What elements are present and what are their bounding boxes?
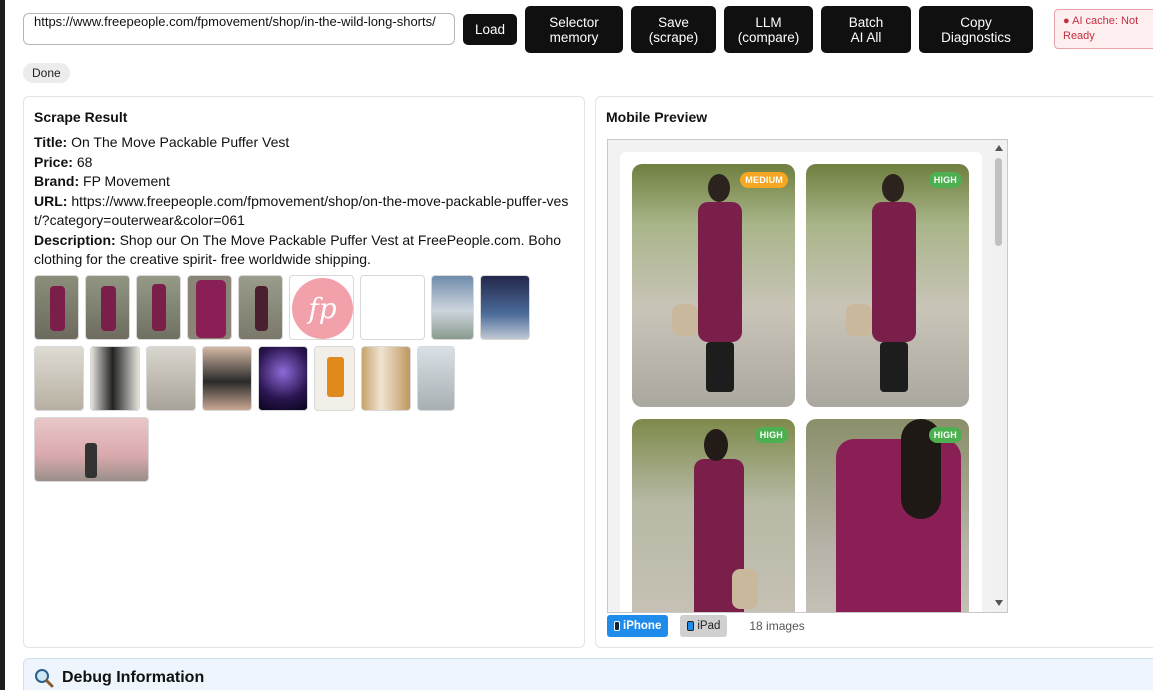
title-field: Title: On The Move Packable Puffer Vest: [34, 133, 574, 153]
product-thumbnail[interactable]: [136, 275, 181, 340]
brand-logo-thumbnail[interactable]: fp: [289, 275, 354, 340]
toolbar: https://www.freepeople.com/fpmovement/sh…: [23, 6, 1033, 53]
description-field: Description: Shop our On The Move Packab…: [34, 231, 574, 270]
product-thumbnail[interactable]: [90, 346, 140, 411]
product-thumbnail[interactable]: [34, 417, 149, 482]
product-thumbnail[interactable]: [34, 346, 84, 411]
load-button-label: Load: [474, 22, 506, 37]
title-value: On The Move Packable Puffer Vest: [71, 134, 290, 150]
product-thumbnail[interactable]: [417, 346, 455, 411]
device-frame[interactable]: MEDIUM HIGH HIGH HIGH: [607, 139, 1008, 613]
brand-value: FP Movement: [83, 173, 170, 189]
description-label: Description:: [34, 231, 116, 248]
llm-compare-button[interactable]: LLM (compare): [724, 6, 813, 53]
scrape-result-heading: Scrape Result: [34, 109, 128, 125]
batch-ai-all-label: Batch AI All: [848, 14, 884, 45]
preview-image[interactable]: HIGH: [806, 419, 969, 612]
scroll-down-icon[interactable]: [995, 600, 1003, 606]
image-count: 18 images: [749, 619, 805, 633]
scroll-up-icon[interactable]: [995, 145, 1003, 151]
selector-memory-label: Selector memory: [549, 14, 599, 45]
status-badge: Done: [23, 63, 70, 83]
save-scrape-label: Save (scrape): [648, 14, 699, 45]
load-button[interactable]: Load: [463, 14, 517, 45]
fp-logo: fp: [292, 278, 353, 339]
iphone-toggle-button[interactable]: iPhone: [607, 615, 669, 637]
mobile-preview-heading: Mobile Preview: [606, 109, 708, 125]
preview-image[interactable]: MEDIUM: [632, 164, 795, 407]
window-edge: [0, 0, 5, 690]
title-label: Title:: [34, 134, 68, 150]
url-input[interactable]: https://www.freepeople.com/fpmovement/sh…: [23, 13, 455, 45]
product-thumbnail[interactable]: [34, 275, 79, 340]
copy-diagnostics-button[interactable]: Copy Diagnostics: [919, 6, 1033, 53]
url-input-value: https://www.freepeople.com/fpmovement/sh…: [34, 14, 436, 29]
price-field: Price: 68: [34, 153, 574, 173]
product-thumbnail[interactable]: [202, 346, 252, 411]
product-thumbnail[interactable]: [361, 346, 411, 411]
debug-section[interactable]: Debug Information: [23, 658, 1153, 690]
product-thumbnail[interactable]: [187, 275, 232, 340]
debug-title: Debug Information: [62, 669, 205, 686]
quality-badge: HIGH: [928, 427, 962, 443]
iphone-label: iPhone: [623, 620, 662, 632]
brand-field: Brand: FP Movement: [34, 172, 574, 192]
url-label: URL:: [34, 192, 68, 209]
brand-label: Brand:: [34, 173, 80, 189]
product-thumbnail[interactable]: [431, 275, 474, 340]
ai-cache-status-text: AI cache: Not Ready: [1063, 15, 1139, 42]
product-thumbnail[interactable]: [258, 346, 308, 411]
preview-grid: MEDIUM HIGH HIGH HIGH: [620, 152, 982, 612]
url-value: https://www.freepeople.com/fpmovement/sh…: [34, 192, 569, 229]
magnifier-icon: [35, 669, 54, 688]
product-thumbnail[interactable]: [85, 275, 130, 340]
phone-icon: [614, 621, 620, 631]
product-thumbnail[interactable]: [238, 275, 283, 340]
ipad-label: iPad: [697, 620, 721, 632]
price-label: Price:: [34, 153, 73, 170]
product-thumbnail[interactable]: [146, 346, 196, 411]
device-toggle-row: iPhone iPad 18 images: [607, 615, 805, 637]
selector-memory-button[interactable]: Selector memory: [525, 6, 623, 53]
quality-badge: HIGH: [754, 427, 788, 443]
robot-icon: ●: [1063, 15, 1070, 27]
scrape-result-panel: Scrape Result Title: On The Move Packabl…: [23, 96, 585, 648]
price-value: 68: [76, 153, 93, 170]
quality-badge: HIGH: [928, 172, 962, 188]
product-thumbnail[interactable]: [480, 275, 530, 340]
preview-image[interactable]: HIGH: [806, 164, 969, 407]
ai-cache-status: ● AI cache: Not Ready: [1054, 9, 1153, 49]
scroll-thumb[interactable]: [995, 158, 1002, 246]
batch-ai-all-button[interactable]: Batch AI All: [821, 6, 911, 53]
ipad-toggle-button[interactable]: iPad: [680, 615, 728, 637]
copy-diagnostics-label: Copy Diagnostics: [941, 14, 1011, 45]
preview-scrollbar[interactable]: [991, 140, 1007, 612]
llm-compare-label: LLM (compare): [737, 14, 800, 45]
preview-image[interactable]: HIGH: [632, 419, 795, 612]
mobile-preview-panel: Mobile Preview MEDIUM HIGH HIGH HIGH iPh…: [595, 96, 1153, 648]
quality-badge: MEDIUM: [740, 172, 788, 188]
blank-thumbnail[interactable]: [360, 275, 425, 340]
save-scrape-button[interactable]: Save (scrape): [631, 6, 716, 53]
product-thumbnail[interactable]: [314, 346, 355, 411]
url-field: URL: https://www.freepeople.com/fpmoveme…: [34, 192, 574, 231]
tablet-icon: [687, 621, 695, 631]
